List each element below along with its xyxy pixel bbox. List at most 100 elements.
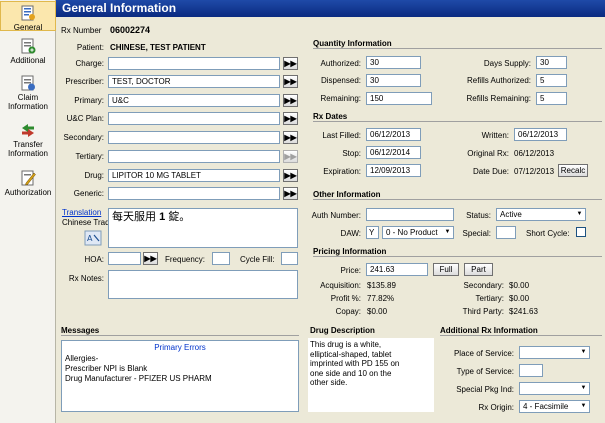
special-field[interactable] <box>496 226 516 239</box>
tertiary-lookup-button[interactable]: ▶▶ <box>283 150 298 163</box>
general-info-panel: Rx Number 06002274 Patient: CHINESE, TES… <box>56 17 605 423</box>
refills-remaining-label: Refills Remaining: <box>466 94 531 103</box>
drug-label: Drug: <box>84 171 104 180</box>
secondary-price-label: Secondary: <box>463 281 504 290</box>
generic-field[interactable] <box>108 187 280 200</box>
uc-plan-field[interactable] <box>108 112 280 125</box>
rx-number-value: 06002274 <box>110 25 151 35</box>
days-supply-field[interactable]: 30 <box>536 56 567 69</box>
daw-code-field[interactable]: Y <box>366 226 379 239</box>
drug-description-line: other side. <box>310 378 348 387</box>
message-line: Drug Manufacturer - PFIZER US PHARM <box>65 374 212 383</box>
chevron-down-icon: ▼ <box>580 349 587 355</box>
left-nav: General Additional Claim Information Tra… <box>0 0 56 423</box>
additional-rx-section-title: Additional Rx Information <box>440 326 602 336</box>
translation-text[interactable]: 每天服用 1 錠。 <box>108 208 298 248</box>
copay-value: $0.00 <box>367 307 388 316</box>
daw-select[interactable]: 0 - No Product ▼ <box>382 226 454 239</box>
transfer-icon <box>22 124 34 137</box>
rx-origin-select[interactable]: 4 - Facsimile ▼ <box>519 400 590 413</box>
dispensed-field[interactable]: 30 <box>366 74 421 87</box>
cycle-fill-field[interactable] <box>281 252 298 265</box>
remaining-field[interactable]: 150 <box>366 92 432 105</box>
nav-item-label: Authorization <box>4 188 52 197</box>
prescriber-field[interactable]: TEST, DOCTOR <box>108 75 280 88</box>
chevron-down-icon: ▼ <box>580 385 587 391</box>
nav-item-authorization[interactable]: Authorization <box>0 169 56 201</box>
translate-icon[interactable]: A <box>84 230 102 246</box>
charge-field[interactable] <box>108 57 280 70</box>
nav-item-general[interactable]: General <box>0 1 56 32</box>
rx-origin-value: 4 - Facsimile <box>523 402 569 411</box>
patient-label: Patient: <box>76 43 104 52</box>
rx-notes-field[interactable] <box>108 270 298 299</box>
type-of-service-field[interactable] <box>519 364 543 377</box>
nav-item-label: Transfer Information <box>7 140 49 158</box>
tertiary-price-value: $0.00 <box>509 294 530 303</box>
generic-lookup-button[interactable]: ▶▶ <box>283 187 298 200</box>
uc-plan-lookup-button[interactable]: ▶▶ <box>283 112 298 125</box>
third-party-value: $241.63 <box>509 307 538 316</box>
expiration-field[interactable]: 12/09/2013 <box>366 164 421 177</box>
special-pkg-select[interactable]: ▼ <box>519 382 590 395</box>
chevron-down-icon: ▼ <box>580 403 587 409</box>
place-of-service-select[interactable]: ▼ <box>519 346 590 359</box>
general-icon <box>21 5 35 21</box>
other-info-section-title: Other Information <box>313 190 602 200</box>
translation-link[interactable]: Translation <box>62 208 101 217</box>
daw-select-value: 0 - No Product <box>386 228 438 237</box>
authorized-field[interactable]: 30 <box>366 56 421 69</box>
written-field[interactable]: 06/12/2013 <box>514 128 567 141</box>
full-price-button[interactable]: Full <box>433 263 459 276</box>
tertiary-field[interactable] <box>108 150 280 163</box>
document-plus-icon <box>21 38 36 54</box>
remaining-label: Remaining: <box>320 94 361 103</box>
drug-field[interactable]: LIPITOR 10 MG TABLET <box>108 169 280 182</box>
secondary-field[interactable] <box>108 131 280 144</box>
recalc-button[interactable]: Recalc <box>558 164 588 177</box>
rx-number-label: Rx Number <box>61 26 102 35</box>
nav-item-claim-information[interactable]: Claim Information <box>0 74 56 114</box>
profit-label: Profit %: <box>330 294 361 303</box>
short-cycle-checkbox[interactable] <box>576 227 586 237</box>
primary-lookup-button[interactable]: ▶▶ <box>283 94 298 107</box>
written-label: Written: <box>481 131 509 140</box>
primary-field[interactable]: U&C <box>108 94 280 107</box>
charge-lookup-button[interactable]: ▶▶ <box>283 57 298 70</box>
hoa-label: HOA: <box>84 255 104 264</box>
nav-item-label: Claim Information <box>7 93 49 111</box>
price-field[interactable]: 241.63 <box>366 263 428 276</box>
part-price-button[interactable]: Part <box>464 263 493 276</box>
nav-item-transfer-information[interactable]: Transfer Information <box>0 121 56 161</box>
stop-field[interactable]: 06/12/2014 <box>366 146 421 159</box>
last-filled-field[interactable]: 06/12/2013 <box>366 128 421 141</box>
generic-label: Generic: <box>73 189 104 198</box>
primary-label: Primary: <box>74 96 104 105</box>
hoa-field[interactable] <box>108 252 141 265</box>
auth-number-field[interactable] <box>366 208 454 221</box>
refills-remaining-field[interactable]: 5 <box>536 92 567 105</box>
refills-authorized-label: Refills Authorized: <box>466 76 531 85</box>
nav-item-additional[interactable]: Additional <box>0 37 56 67</box>
secondary-lookup-button[interactable]: ▶▶ <box>283 131 298 144</box>
refills-authorized-field[interactable]: 5 <box>536 74 567 87</box>
hoa-lookup-button[interactable]: ▶▶ <box>143 252 158 265</box>
message-line: Prescriber NPI is Blank <box>65 364 148 373</box>
drug-description-line: imprinted with PD 155 on <box>310 359 400 368</box>
status-select[interactable]: Active ▼ <box>496 208 586 221</box>
tertiary-price-label: Tertiary: <box>475 294 504 303</box>
secondary-price-value: $0.00 <box>509 281 530 290</box>
status-select-value: Active <box>500 210 522 219</box>
days-supply-label: Days Supply: <box>483 59 531 68</box>
frequency-field[interactable] <box>212 252 230 265</box>
charge-label: Charge: <box>75 59 104 68</box>
chevron-down-icon: ▼ <box>576 211 583 217</box>
rx-origin-label: Rx Origin: <box>478 403 514 412</box>
last-filled-label: Last Filled: <box>322 131 361 140</box>
messages-section-title: Messages <box>61 326 299 336</box>
prescriber-lookup-button[interactable]: ▶▶ <box>283 75 298 88</box>
drug-lookup-button[interactable]: ▶▶ <box>283 169 298 182</box>
profit-value: 77.82% <box>367 294 395 303</box>
drug-description-box: This drug is a white, elliptical-shaped,… <box>308 338 434 412</box>
third-party-label: Third Party: <box>462 307 504 316</box>
